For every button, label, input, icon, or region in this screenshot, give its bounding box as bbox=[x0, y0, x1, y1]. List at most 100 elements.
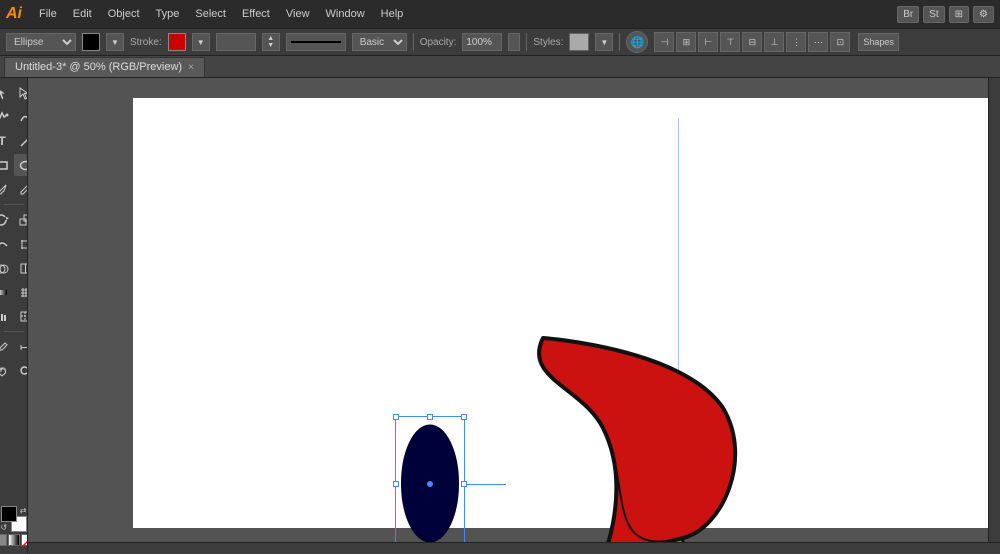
menu-edit[interactable]: Edit bbox=[66, 5, 99, 23]
menu-file[interactable]: File bbox=[32, 5, 64, 23]
align-center-v-button[interactable]: ⊟ bbox=[742, 32, 762, 52]
menu-bar: Ai File Edit Object Type Select Effect V… bbox=[0, 0, 1000, 28]
vertical-scrollbar[interactable] bbox=[988, 78, 1000, 542]
canvas-area[interactable] bbox=[28, 78, 1000, 554]
opacity-input[interactable] bbox=[462, 33, 502, 51]
search-button[interactable]: ⚙ bbox=[973, 6, 994, 23]
styles-dropdown-arrow[interactable]: ▼ bbox=[595, 33, 613, 51]
align-right-button[interactable]: ⊢ bbox=[698, 32, 718, 52]
distribute-v-button[interactable]: ⋯ bbox=[808, 32, 828, 52]
scale-tool-button[interactable] bbox=[14, 209, 28, 231]
workspace-button[interactable]: ⊞ bbox=[949, 6, 969, 23]
live-paint-button[interactable] bbox=[14, 257, 28, 279]
stroke-dropdown-arrow[interactable]: ▼ bbox=[192, 33, 210, 51]
pen-tool-button[interactable] bbox=[0, 106, 13, 128]
align-top-button[interactable]: ⊤ bbox=[720, 32, 740, 52]
distribute-h-button[interactable]: ⋮ bbox=[786, 32, 806, 52]
app-logo: Ai bbox=[6, 5, 22, 23]
stroke-color-swatch[interactable] bbox=[168, 33, 186, 51]
stroke-weight-spinner[interactable]: ▲▼ bbox=[262, 33, 280, 51]
axe-svg bbox=[523, 328, 843, 554]
draw-tools bbox=[0, 178, 28, 200]
fill-color-swatch[interactable] bbox=[82, 33, 100, 51]
paintbrush-tool-button[interactable] bbox=[0, 178, 13, 200]
gradient-mode-button[interactable] bbox=[8, 534, 20, 546]
menu-object[interactable]: Object bbox=[101, 5, 147, 23]
styles-swatch[interactable] bbox=[569, 33, 589, 51]
line-segment-tool-button[interactable] bbox=[14, 130, 28, 152]
warp-tool-button[interactable] bbox=[0, 233, 13, 255]
free-transform-button[interactable] bbox=[14, 233, 28, 255]
selection-tool-button[interactable] bbox=[0, 82, 13, 104]
gradient-tool-button[interactable] bbox=[0, 281, 13, 303]
align-left-button[interactable]: ⊣ bbox=[654, 32, 674, 52]
eyedropper-tool-button[interactable] bbox=[0, 336, 13, 358]
shapes-button[interactable]: Shapes bbox=[858, 33, 899, 51]
globe-icon[interactable]: 🌐 bbox=[626, 31, 648, 53]
artboard bbox=[133, 98, 1000, 528]
foreground-color-swatch[interactable] bbox=[1, 506, 17, 522]
selection-tools bbox=[0, 82, 28, 104]
graph-tools bbox=[0, 305, 28, 327]
graph-tool-button[interactable] bbox=[0, 305, 13, 327]
menu-effect[interactable]: Effect bbox=[235, 5, 277, 23]
slice-tool-button[interactable] bbox=[14, 305, 28, 327]
mesh-tool-button[interactable] bbox=[14, 281, 28, 303]
align-center-h-button[interactable]: ⊞ bbox=[676, 32, 696, 52]
navigation-tools bbox=[0, 360, 28, 382]
handle-top-center[interactable] bbox=[427, 414, 433, 420]
pencil-tool-button[interactable] bbox=[14, 178, 28, 200]
fill-dropdown-arrow[interactable]: ▼ bbox=[106, 33, 124, 51]
handle-top-right[interactable] bbox=[461, 414, 467, 420]
warp-tools bbox=[0, 233, 28, 255]
opacity-expand-button[interactable] bbox=[508, 33, 520, 51]
styles-label: Styles: bbox=[533, 37, 563, 48]
menu-view[interactable]: View bbox=[279, 5, 317, 23]
curvature-tool-button[interactable] bbox=[14, 106, 28, 128]
direct-selection-tool-button[interactable] bbox=[14, 82, 28, 104]
handle-top-left[interactable] bbox=[393, 414, 399, 420]
tool-divider-1 bbox=[4, 204, 24, 205]
solid-color-mode-button[interactable] bbox=[0, 534, 7, 546]
shape-tools bbox=[0, 154, 28, 176]
type-tool-button[interactable]: T bbox=[0, 130, 13, 152]
bridge-button[interactable]: Br bbox=[897, 6, 919, 23]
stock-button[interactable]: St bbox=[923, 6, 944, 23]
builder-tools bbox=[0, 257, 28, 279]
handle-middle-right[interactable] bbox=[461, 481, 467, 487]
shape-builder-button[interactable] bbox=[0, 257, 13, 279]
measure-tool-button[interactable] bbox=[14, 336, 28, 358]
rotate-tool-button[interactable] bbox=[0, 209, 13, 231]
center-point bbox=[427, 481, 433, 487]
separator-1 bbox=[413, 33, 414, 51]
horizontal-scrollbar[interactable] bbox=[28, 542, 1000, 554]
toolbar-colors: ⇄ ↺ bbox=[0, 502, 28, 550]
fg-bg-color-display: ⇄ ↺ bbox=[1, 506, 27, 532]
tab-close-button[interactable]: × bbox=[188, 62, 194, 73]
swap-colors-icon[interactable]: ⇄ bbox=[20, 506, 27, 515]
ellipse-object[interactable] bbox=[395, 416, 465, 551]
align-bottom-button[interactable]: ⊥ bbox=[764, 32, 784, 52]
selection-extension-line bbox=[466, 484, 506, 485]
hand-tool-button[interactable] bbox=[0, 360, 13, 382]
reset-colors-icon[interactable]: ↺ bbox=[1, 523, 8, 532]
stroke-weight-input[interactable] bbox=[216, 33, 256, 51]
separator-2 bbox=[526, 33, 527, 51]
rect-tool-button[interactable] bbox=[0, 154, 13, 176]
menu-help[interactable]: Help bbox=[374, 5, 411, 23]
menu-window[interactable]: Window bbox=[319, 5, 372, 23]
handle-middle-left[interactable] bbox=[393, 481, 399, 487]
document-tab[interactable]: Untitled-3* @ 50% (RGB/Preview) × bbox=[4, 57, 205, 77]
eyedropper-tools bbox=[0, 336, 28, 358]
ellipse-tool-button[interactable] bbox=[14, 154, 28, 176]
type-tools: T bbox=[0, 130, 28, 152]
distribute-extra-button[interactable]: ⊡ bbox=[830, 32, 850, 52]
no-fill-mode-button[interactable] bbox=[21, 534, 29, 546]
stroke-style-dropdown[interactable]: Basic bbox=[352, 33, 407, 51]
shape-type-dropdown[interactable]: Ellipse bbox=[6, 33, 76, 51]
menu-type[interactable]: Type bbox=[149, 5, 187, 23]
stroke-style-preview[interactable] bbox=[286, 33, 346, 51]
zoom-tool-button[interactable] bbox=[14, 360, 28, 382]
menu-select[interactable]: Select bbox=[188, 5, 233, 23]
pen-tools bbox=[0, 106, 28, 128]
